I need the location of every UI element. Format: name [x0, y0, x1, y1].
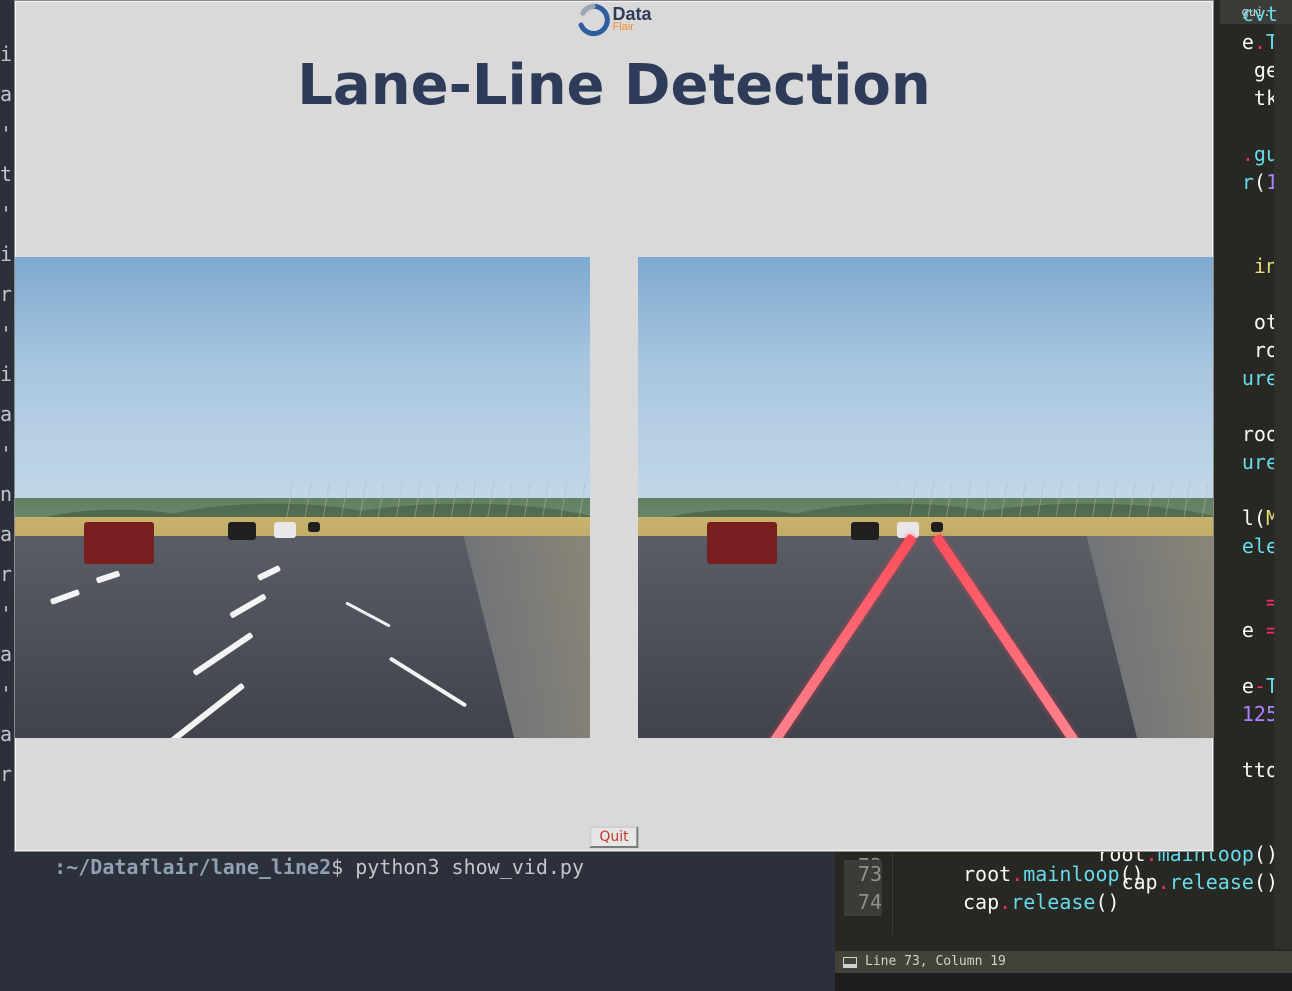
- terminal-fragment: t: [0, 160, 12, 188]
- vehicle: [84, 522, 154, 564]
- output-video-frame: [638, 257, 1213, 738]
- vehicle: [228, 522, 256, 540]
- vehicle: [707, 522, 777, 564]
- code-line: r(1: [1242, 168, 1278, 196]
- editor-bottom-bar: [835, 973, 1292, 991]
- code-line: ure: [1242, 364, 1278, 392]
- terminal-fragment: ': [0, 320, 12, 348]
- code-line: ro: [1242, 336, 1278, 364]
- terminal-fragment: a: [0, 80, 12, 108]
- line-number: 73: [844, 860, 882, 888]
- code-line: .gu: [1242, 140, 1278, 168]
- terminal-fragment: i: [0, 360, 12, 388]
- terminal-fragment: r: [0, 560, 12, 588]
- video-frames-row: [15, 257, 1213, 738]
- terminal-fragment: ': [0, 120, 12, 148]
- logo-primary-text: Data: [612, 7, 651, 21]
- code-line: e-T: [1242, 672, 1278, 700]
- line-number: 74: [844, 888, 882, 916]
- code-line: root.mainloop(): [963, 860, 1144, 888]
- terminal-fragment: ': [0, 600, 12, 628]
- vehicle: [274, 522, 296, 538]
- terminal-fragment: r: [0, 760, 12, 788]
- terminal-fragment: a: [0, 640, 12, 668]
- code-line: roo: [1242, 420, 1278, 448]
- terminal-fragment: i: [0, 40, 12, 68]
- terminal-fragment: ': [0, 680, 12, 708]
- code-line: cap.release(): [963, 888, 1120, 916]
- code-line: ele: [1242, 532, 1278, 560]
- code-line: ure: [1242, 448, 1278, 476]
- quit-button[interactable]: Quit: [589, 826, 638, 848]
- code-line: e.T: [1242, 28, 1278, 56]
- editor-status-bar: Line 73, Column 19: [835, 951, 1292, 973]
- vehicle: [931, 522, 943, 532]
- dataflair-logo: Data Flair: [554, 1, 674, 39]
- editor-minimap[interactable]: [1274, 24, 1292, 949]
- logo-spinner-icon: [576, 3, 610, 37]
- editor-status-text: Line 73, Column 19: [865, 948, 1006, 976]
- terminal-fragment: r: [0, 280, 12, 308]
- terminal-fragment: a: [0, 400, 12, 428]
- vehicle: [851, 522, 879, 540]
- code-line: cvt: [1242, 0, 1278, 28]
- code-line: tto: [1242, 756, 1278, 784]
- vehicle: [308, 522, 320, 532]
- code-line: cap.release(): [1121, 868, 1278, 896]
- app-title: Lane-Line Detection: [15, 53, 1213, 118]
- panel-icon[interactable]: [843, 957, 857, 968]
- code-line: 125: [1242, 700, 1278, 728]
- input-video-frame: [15, 257, 590, 738]
- tk-app-window: Data Flair Lane-Line Detection: [14, 0, 1214, 852]
- terminal-fragment: ': [0, 440, 12, 468]
- terminal-fragment: i: [0, 240, 12, 268]
- terminal-fragment: ': [0, 200, 12, 228]
- terminal-fragment: a: [0, 720, 12, 748]
- code-line: e =: [1242, 616, 1278, 644]
- code-line: l(M: [1242, 504, 1278, 532]
- terminal-fragment: n: [0, 480, 12, 508]
- quit-button-label: Quit: [599, 829, 628, 845]
- terminal-fragment: a: [0, 520, 12, 548]
